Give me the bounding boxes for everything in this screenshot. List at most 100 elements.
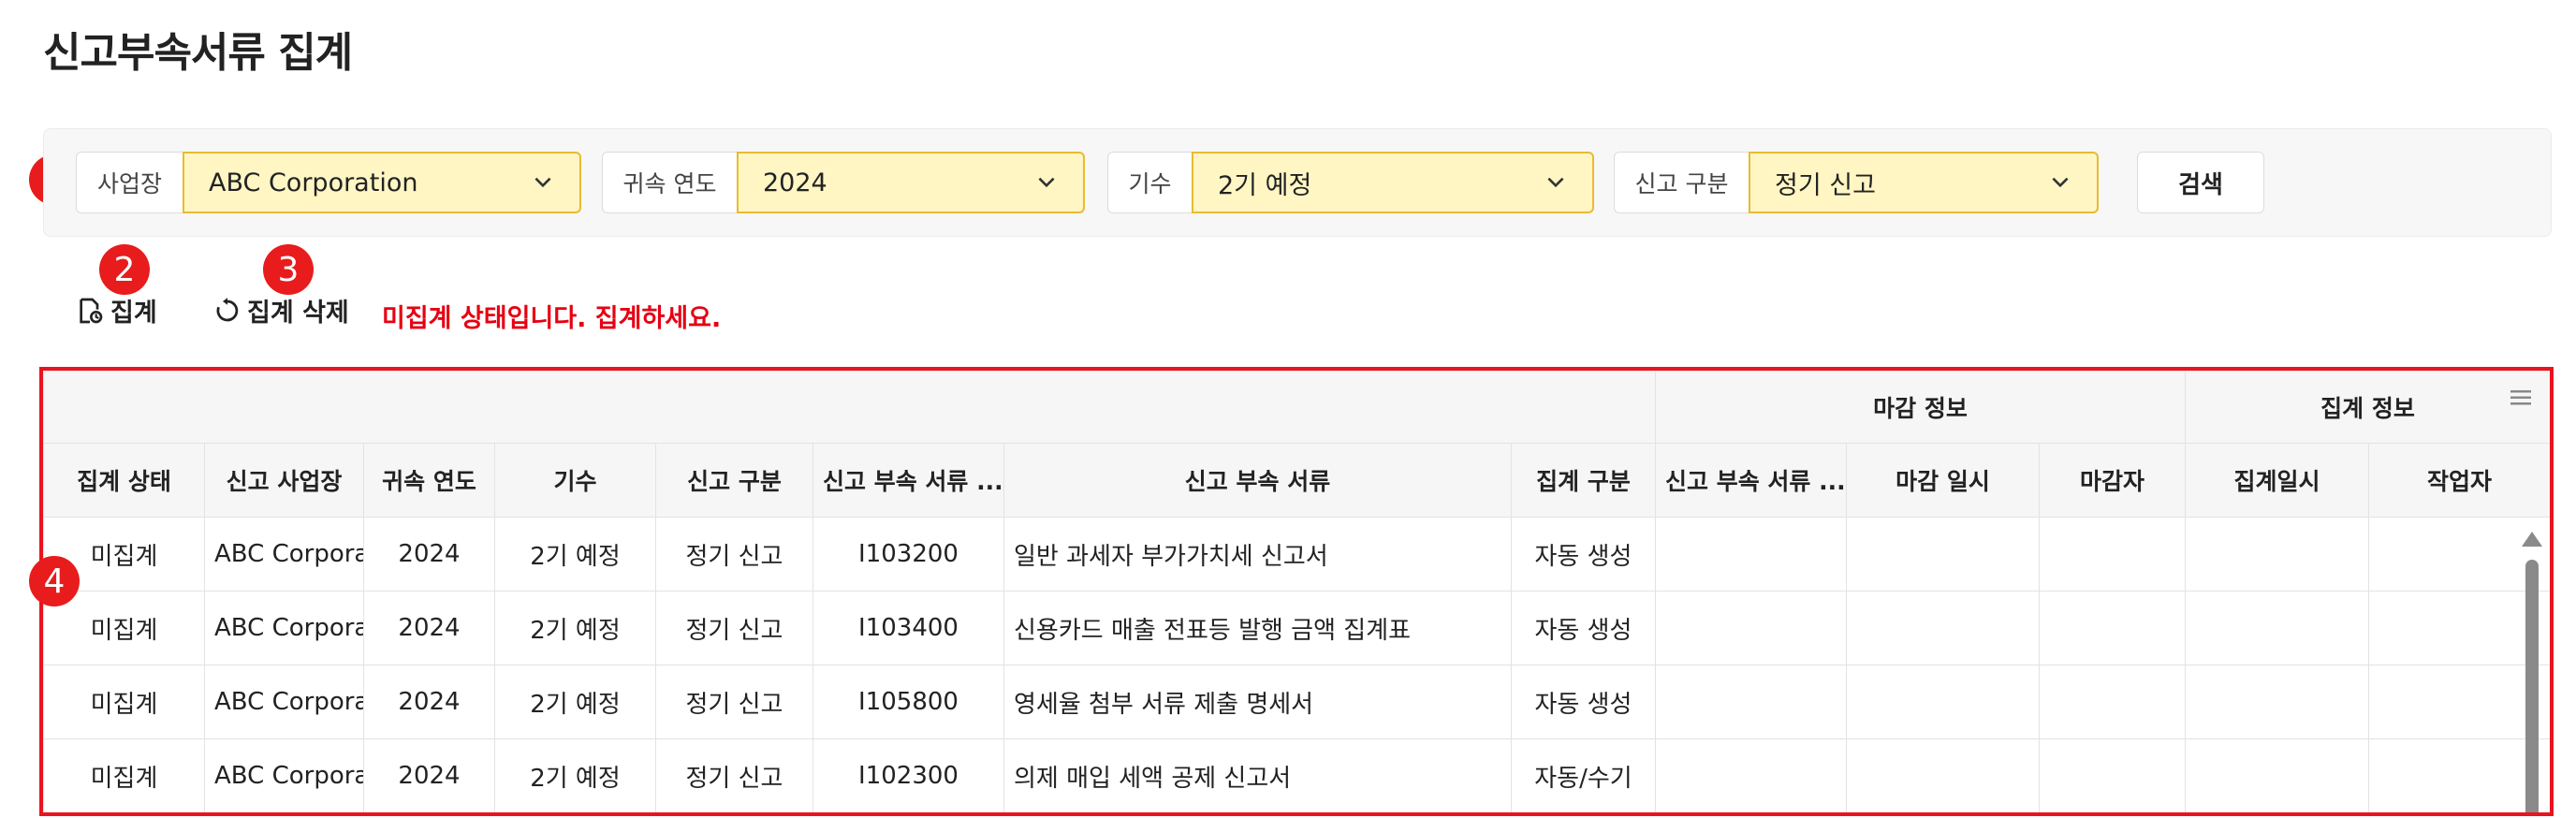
column-header[interactable]: 귀속 연도	[363, 443, 495, 518]
cell-doc-code: I105800	[812, 665, 1004, 739]
column-header[interactable]: 신고 부속 서류 ...	[1655, 443, 1847, 518]
business-filter: 사업장 ABC Corporation	[76, 152, 581, 213]
cell-report-type: 정기 신고	[655, 591, 813, 665]
scrollbar-thumb[interactable]	[2525, 560, 2539, 812]
data-grid: 마감 정보 집계 정보 집계 상태 신고 사업장 귀속 연도 기수 신고 구분 …	[39, 367, 2554, 816]
report-type-filter: 신고 구분 정기 신고	[1614, 152, 2099, 213]
cell-year: 2024	[363, 665, 495, 739]
refresh-icon	[216, 297, 239, 321]
cell-status: 미집계	[43, 738, 205, 812]
business-value: ABC Corporation	[209, 168, 418, 197]
cell-year: 2024	[363, 591, 495, 665]
cell-aggregate-date	[2185, 738, 2370, 812]
cell-period: 2기 예정	[494, 517, 656, 592]
delete-aggregate-button[interactable]: 집계 삭제	[213, 292, 349, 329]
column-header[interactable]: 신고 구분	[655, 443, 813, 518]
column-header[interactable]: 마감자	[2038, 443, 2187, 518]
column-header[interactable]: 집계일시	[2185, 443, 2370, 518]
cell-doc-code: I102300	[812, 738, 1004, 812]
cell-aggregate-type: 자동/수기	[1511, 738, 1656, 812]
page-title: 신고부속서류 집계	[43, 29, 353, 77]
report-type-value: 정기 신고	[1775, 170, 1876, 200]
year-value: 2024	[763, 168, 827, 197]
cell-report-type: 정기 신고	[655, 517, 813, 592]
period-label: 기수	[1107, 152, 1192, 213]
year-select[interactable]: 2024	[737, 152, 1085, 213]
cell-deadline-user	[2038, 517, 2187, 592]
column-header[interactable]: 신고 사업장	[204, 443, 364, 518]
callout-marker-3: 3	[263, 244, 314, 295]
cell-aggregate-date	[2185, 591, 2370, 665]
cell-deadline-user	[2038, 738, 2187, 812]
column-header[interactable]: 집계 상태	[43, 443, 205, 518]
cell-period: 2기 예정	[494, 665, 656, 739]
chevron-down-icon	[1547, 177, 1564, 188]
period-value: 2기 예정	[1218, 170, 1312, 200]
group-header-deadline: 마감 정보	[1654, 371, 2187, 444]
cell-report-type: 정기 신고	[655, 738, 813, 812]
cell-deadline-user	[2038, 665, 2187, 739]
callout-marker-2: 2	[99, 244, 150, 295]
column-header[interactable]: 신고 부속 서류	[1003, 443, 1512, 518]
cell-deadline-date	[1846, 738, 2040, 812]
table-row[interactable]: 미집계 ABC Corporation 2024 2기 예정 정기 신고 I10…	[43, 738, 2550, 812]
table-row[interactable]: 미집계 ABC Corporation 2024 2기 예정 정기 신고 I10…	[43, 591, 2550, 665]
column-header[interactable]: 작업자	[2368, 443, 2550, 518]
cell-aggregate-type: 자동 생성	[1511, 665, 1656, 739]
column-header[interactable]: 집계 구분	[1511, 443, 1656, 518]
year-label: 귀속 연도	[602, 152, 737, 213]
cell-deadline-date	[1846, 517, 2040, 592]
cell-doc-name: 영세율 첨부 서류 제출 명세서	[1003, 665, 1512, 739]
cell-aggregate-date	[2185, 517, 2370, 592]
chevron-down-icon	[1038, 177, 1055, 188]
table-row[interactable]: 미집계 ABC Corporation 2024 2기 예정 정기 신고 I10…	[43, 665, 2550, 739]
cell-doc-name: 의제 매입 세액 공제 신고서	[1003, 738, 1512, 812]
cell-period: 2기 예정	[494, 738, 656, 812]
aggregate-icon	[80, 298, 103, 323]
search-button[interactable]: 검색	[2137, 152, 2264, 213]
group-header-empty	[43, 371, 1656, 444]
period-filter: 기수 2기 예정	[1107, 152, 1594, 213]
aggregate-button[interactable]: 집계	[75, 292, 157, 329]
cell-deadline-doc	[1655, 591, 1847, 665]
column-menu-icon[interactable]	[2510, 389, 2531, 406]
cell-doc-code: I103400	[812, 591, 1004, 665]
cell-business: ABC Corporation	[204, 591, 364, 665]
chevron-down-icon	[2052, 177, 2069, 188]
report-type-select[interactable]: 정기 신고	[1749, 152, 2099, 213]
cell-deadline-date	[1846, 591, 2040, 665]
cell-doc-name: 신용카드 매출 전표등 발행 금액 집계표	[1003, 591, 1512, 665]
period-select[interactable]: 2기 예정	[1192, 152, 1594, 213]
business-label: 사업장	[76, 152, 183, 213]
column-header[interactable]: 기수	[494, 443, 656, 518]
year-filter: 귀속 연도 2024	[602, 152, 1085, 213]
cell-aggregate-type: 자동 생성	[1511, 517, 1656, 592]
report-type-label: 신고 구분	[1614, 152, 1749, 213]
cell-deadline-doc	[1655, 665, 1847, 739]
scroll-up-icon[interactable]	[2522, 532, 2542, 547]
status-message: 미집계 상태입니다. 집계하세요.	[382, 304, 722, 333]
vertical-scrollbar[interactable]	[2522, 532, 2542, 812]
column-header[interactable]: 신고 부속 서류 ...	[812, 443, 1004, 518]
cell-deadline-date	[1846, 665, 2040, 739]
column-header[interactable]: 마감 일시	[1846, 443, 2040, 518]
cell-period: 2기 예정	[494, 591, 656, 665]
aggregate-label: 집계	[110, 299, 157, 328]
cell-deadline-doc	[1655, 517, 1847, 592]
cell-aggregate-date	[2185, 665, 2370, 739]
cell-status: 미집계	[43, 665, 205, 739]
cell-deadline-user	[2038, 591, 2187, 665]
cell-business: ABC Corporation	[204, 738, 364, 812]
cell-deadline-doc	[1655, 738, 1847, 812]
cell-aggregate-type: 자동 생성	[1511, 591, 1656, 665]
cell-doc-name: 일반 과세자 부가가치세 신고서	[1003, 517, 1512, 592]
group-header-aggregate: 집계 정보	[2185, 371, 2550, 444]
callout-marker-4: 4	[29, 556, 80, 606]
cell-year: 2024	[363, 517, 495, 592]
table-row[interactable]: 미집계 ABC Corporation 2024 2기 예정 정기 신고 I10…	[43, 517, 2550, 592]
chevron-down-icon	[534, 177, 551, 188]
cell-year: 2024	[363, 738, 495, 812]
business-select[interactable]: ABC Corporation	[183, 152, 581, 213]
cell-business: ABC Corporation	[204, 517, 364, 592]
cell-report-type: 정기 신고	[655, 665, 813, 739]
